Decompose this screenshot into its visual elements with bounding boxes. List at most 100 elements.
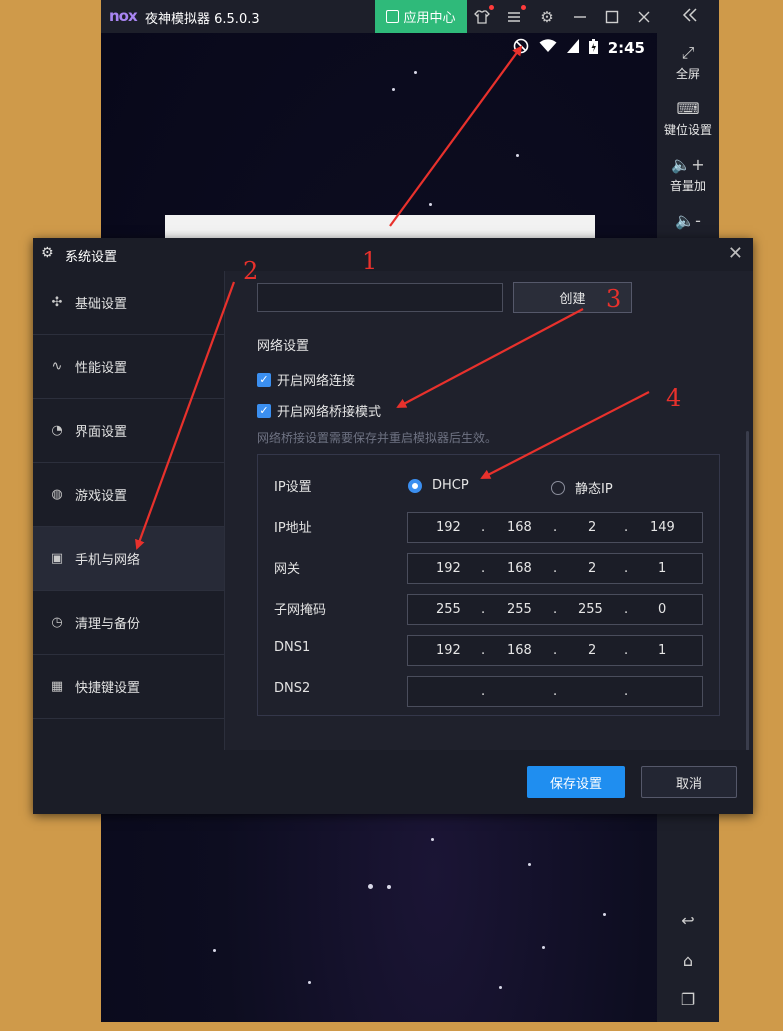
octet: 149 [650,520,675,535]
octet: 255 [578,602,603,617]
dot-separator: . [481,561,486,576]
nav-item-game[interactable]: ◍ 游戏设置 [33,463,224,527]
dot-separator: . [481,684,486,699]
shirt-icon[interactable] [473,5,494,26]
recent-apps-icon: ❐ [680,990,696,1009]
fullscreen-button[interactable]: ⤢ 全屏 [657,43,719,82]
annotation-2: 2 [243,257,259,285]
gamepad-icon: ◍ [51,487,63,502]
volume-down-button[interactable]: 🔈- [657,211,719,233]
dialog-title: 系统设置 [65,250,118,265]
settings-content: 创建 网络设置 ✓ 开启网络连接 ✓ 开启网络桥接模式 网络桥接设置需要保存并重… [225,271,753,751]
signal-icon [566,39,579,57]
title-bar: nox 夜神模拟器 6.5.0.3 应用中心 ⚙ [101,0,719,33]
subnet-mask-label: 子网掩码 [274,603,327,618]
double-chevron-left-icon[interactable] [681,6,699,29]
dot-separator: . [624,602,629,617]
nav-item-cleanup-backup[interactable]: ◷ 清理与备份 [33,591,224,655]
volume-up-label: 音量加 [669,179,706,193]
home-icon: ⌂ [682,951,694,970]
clock: 2:45 [607,39,645,57]
battery-icon [588,38,598,58]
network-heading: 网络设置 [257,339,310,354]
bag-icon [386,10,400,23]
octet: 2 [588,643,597,658]
dialog-footer: 保存设置 取消 [33,750,753,814]
nav-item-interface[interactable]: ◔ 界面设置 [33,399,224,463]
ip-address-label: IP地址 [274,521,312,536]
minimize-icon[interactable] [571,8,589,26]
status-bar: 2:45 [513,38,645,58]
enable-bridge-label: 开启网络桥接模式 [277,405,382,420]
menu-icon[interactable] [505,5,526,26]
recent-apps-button[interactable]: ❐ [657,990,719,1012]
dot-separator: . [481,643,486,658]
radio-on-icon [408,478,422,493]
nav-item-shortcuts[interactable]: ▦ 快捷键设置 [33,655,224,719]
close-icon[interactable] [635,8,653,26]
volume-up-button[interactable]: 🔈+ 音量加 [657,155,719,194]
annotation-1: 1 [362,247,378,275]
octet: 1 [658,561,667,576]
gateway-field[interactable]: 192 . 168 . 2 . 1 [407,553,703,584]
nox-logo: nox [109,7,138,25]
check-icon: ✓ [257,403,271,418]
fullscreen-label: 全屏 [675,67,700,81]
octet: 2 [588,520,597,535]
nav-item-basic[interactable]: ✣ 基础设置 [33,271,224,335]
nav-label: 手机与网络 [75,553,141,568]
nav-label: 快捷键设置 [75,681,141,696]
dot-separator: . [624,643,629,658]
dot-separator: . [553,643,558,658]
enable-network-checkbox[interactable]: ✓ 开启网络连接 [257,370,355,389]
nav-label: 性能设置 [75,361,128,376]
radio-static-ip[interactable]: 静态IP [551,478,613,497]
nav-item-phone-network[interactable]: ▣ 手机与网络 [33,527,224,591]
scrollbar[interactable] [746,431,749,751]
settings-nav: ✣ 基础设置 ∿ 性能设置 ◔ 界面设置 ◍ 游戏设置 ▣ 手机与网络 ◷ 清理… [33,271,225,750]
keymap-button[interactable]: ⌨ 键位设置 [657,99,719,138]
dot-separator: . [553,684,558,699]
octet: 168 [507,561,532,576]
do-not-disturb-icon [513,38,529,58]
dot-separator: . [624,520,629,535]
subnet-mask-field[interactable]: 255 . 255 . 255 . 0 [407,594,703,625]
octet: 255 [436,602,461,617]
name-input[interactable] [257,283,503,312]
dot-separator: . [553,520,558,535]
radio-off-icon [551,480,565,495]
maximize-icon[interactable] [603,8,621,26]
ip-address-field[interactable]: 192 . 168 . 2 . 149 [407,512,703,543]
dot-separator: . [553,602,558,617]
dns2-field[interactable]: . . . [407,676,703,707]
keymap-label: 键位设置 [663,123,712,137]
octet: 255 [507,602,532,617]
enable-bridge-checkbox[interactable]: ✓ 开启网络桥接模式 [257,401,381,420]
dns1-field[interactable]: 192 . 168 . 2 . 1 [407,635,703,666]
annotation-4: 4 [666,384,682,412]
radio-dhcp[interactable]: DHCP [408,478,469,493]
nav-label: 游戏设置 [75,489,128,504]
octet: 168 [507,520,532,535]
home-button[interactable]: ⌂ [657,951,719,973]
app-title: 夜神模拟器 6.5.0.3 [145,12,260,27]
back-button[interactable]: ↩ [657,911,719,933]
dot-separator: . [481,602,486,617]
static-ip-label: 静态IP [575,482,613,497]
phone-icon: ▣ [50,551,64,566]
puzzle-icon: ✣ [51,295,63,310]
save-button[interactable]: 保存设置 [527,766,625,798]
dhcp-label: DHCP [432,478,469,493]
octet: 192 [436,520,461,535]
app-center-button[interactable]: 应用中心 [375,0,467,33]
cancel-button[interactable]: 取消 [641,766,737,798]
nav-item-performance[interactable]: ∿ 性能设置 [33,335,224,399]
gateway-label: 网关 [274,562,301,577]
wifi-icon [539,39,557,57]
nav-label: 界面设置 [75,425,128,440]
dns1-label: DNS1 [274,640,311,655]
close-icon[interactable]: ✕ [728,243,743,264]
gear-icon[interactable]: ⚙ [538,8,556,26]
ip-setting-label: IP设置 [274,480,312,495]
ip-settings-box: IP设置 DHCP 静态IP IP地址 192 . 168 . 2 . 149 … [257,454,720,716]
